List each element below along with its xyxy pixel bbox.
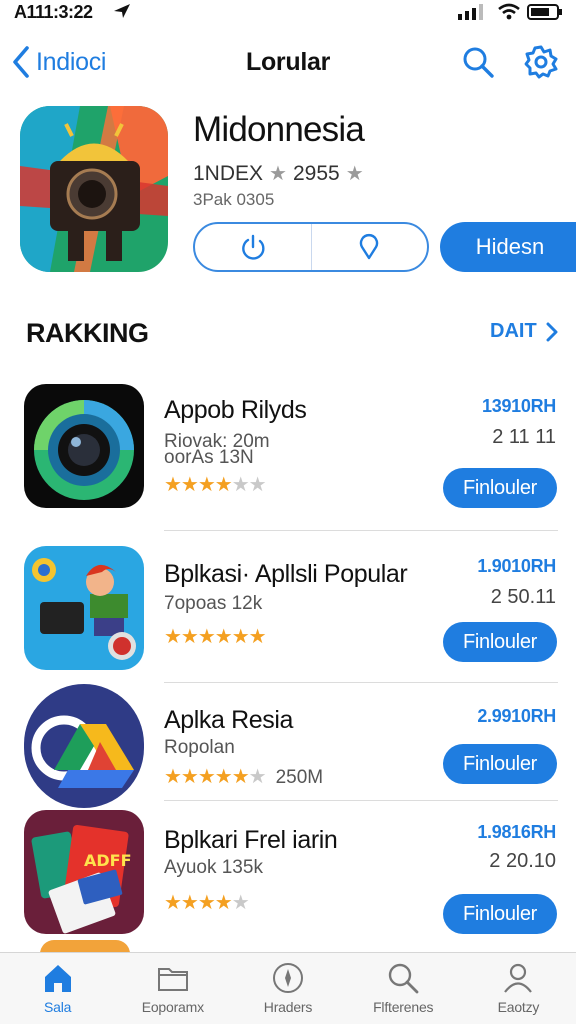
search-icon[interactable]: [460, 44, 496, 80]
divider: [164, 530, 558, 531]
divider: [164, 800, 558, 801]
rating-stars: ★★★★★★ 250M: [164, 766, 324, 788]
app-icon: [24, 384, 144, 508]
hero-meta-right: 2955: [292, 161, 340, 185]
gear-icon[interactable]: [523, 44, 559, 80]
person-icon: [504, 963, 533, 993]
app-subtitle: oorAs 13N: [164, 447, 254, 468]
svg-text:ADFF: ADFF: [84, 851, 132, 870]
hero-action-button[interactable]: Hidesn: [440, 222, 576, 272]
battery-icon: [527, 4, 562, 20]
tab-profile[interactable]: Eaotzy: [461, 953, 576, 1024]
location-pin-icon: [360, 234, 379, 260]
app-price: 1.9816RH: [477, 822, 556, 842]
star-icon: ★: [269, 163, 287, 185]
signal-icon: [458, 4, 483, 20]
install-button[interactable]: Finlouler: [443, 468, 557, 508]
tab-label: Eoporamx: [141, 999, 204, 1015]
tab-label: Eaotzy: [497, 999, 540, 1015]
app-price: 2.9910RH: [477, 706, 556, 726]
tab-label: Hraders: [263, 999, 313, 1015]
divider: [164, 682, 558, 683]
rating-stars: ★★★★★★: [164, 474, 267, 496]
app-name: Bplkasi· Apllsli Popular: [164, 560, 408, 588]
app-name: Aplka Resia: [164, 706, 293, 734]
hero-meta: 1NDEX ★ 2955 ★: [193, 161, 364, 186]
tab-label: Sala: [43, 999, 72, 1015]
app-price: 13910RH: [482, 396, 556, 416]
tab-search[interactable]: Flfterenes: [346, 953, 461, 1024]
drive-logo-icon: [24, 684, 144, 808]
status-bar: A111:3:22: [0, 0, 576, 26]
section-title: RAKKING: [26, 318, 149, 348]
compass-icon: [273, 963, 303, 993]
app-icon: [24, 546, 144, 670]
app-count: 2 20.10: [489, 850, 556, 872]
app-subtitle: Ropolan: [164, 737, 235, 758]
install-button[interactable]: Finlouler: [443, 622, 557, 662]
camera-lens-icon: [24, 384, 144, 508]
app-count: 2 50.11: [490, 586, 556, 608]
hero-meta-left: 1NDEX: [193, 161, 264, 185]
location-arrow-icon: [114, 4, 130, 18]
tab-label: Flfterenes: [373, 999, 434, 1015]
app-subtitle: Ayuok 135k: [164, 857, 263, 878]
app-icon: [24, 684, 144, 808]
location-button[interactable]: [310, 224, 428, 270]
app-name: Appob Rilyds: [164, 396, 307, 424]
wifi-icon: [498, 3, 520, 20]
cartoon-boy-icon: [24, 546, 144, 670]
app-icon: ADFF: [24, 810, 144, 934]
see-all-label: DAIT: [490, 320, 537, 342]
install-button[interactable]: Finlouler: [443, 894, 557, 934]
status-time: A111:3:22: [14, 2, 93, 22]
shopping-bags-icon: ADFF: [24, 810, 144, 934]
app-subtitle: 7opoas 12k: [164, 593, 263, 614]
app-count: 2 11 11: [492, 426, 556, 448]
tab-compass[interactable]: Hraders: [230, 953, 345, 1024]
rating-stars: ★★★★★★: [164, 626, 267, 648]
power-icon: [241, 234, 265, 260]
hero-app-icon[interactable]: [20, 106, 168, 272]
home-icon: [44, 965, 71, 992]
navigation-bar: Indioci Lorular: [0, 36, 576, 92]
rating-stars: ★★★★★: [164, 892, 250, 914]
power-button[interactable]: [195, 224, 311, 270]
tab-bar: Sala Eoporamx Hraders Flfterenes Eaotzy: [0, 952, 576, 1024]
tab-folder[interactable]: Eoporamx: [115, 953, 230, 1024]
install-button[interactable]: Finlouler: [443, 744, 557, 784]
robot-camera-icon: [20, 106, 168, 272]
search-icon: [389, 963, 419, 994]
app-name: Bplkari Frel iarin: [164, 826, 338, 854]
hero-app-name: Midonnesia: [193, 110, 365, 149]
app-size: 250M: [275, 767, 324, 788]
hero-subtitle: 3Pak 0305: [193, 190, 275, 209]
app-price: 1.9010RH: [477, 556, 556, 576]
tab-home[interactable]: Sala: [0, 953, 115, 1024]
chevron-right-icon: [546, 322, 558, 341]
star-icon: ★: [345, 163, 364, 185]
hero-segmented-control: [193, 222, 429, 272]
folder-icon: [157, 968, 188, 991]
see-all-link[interactable]: DAIT: [490, 320, 559, 343]
